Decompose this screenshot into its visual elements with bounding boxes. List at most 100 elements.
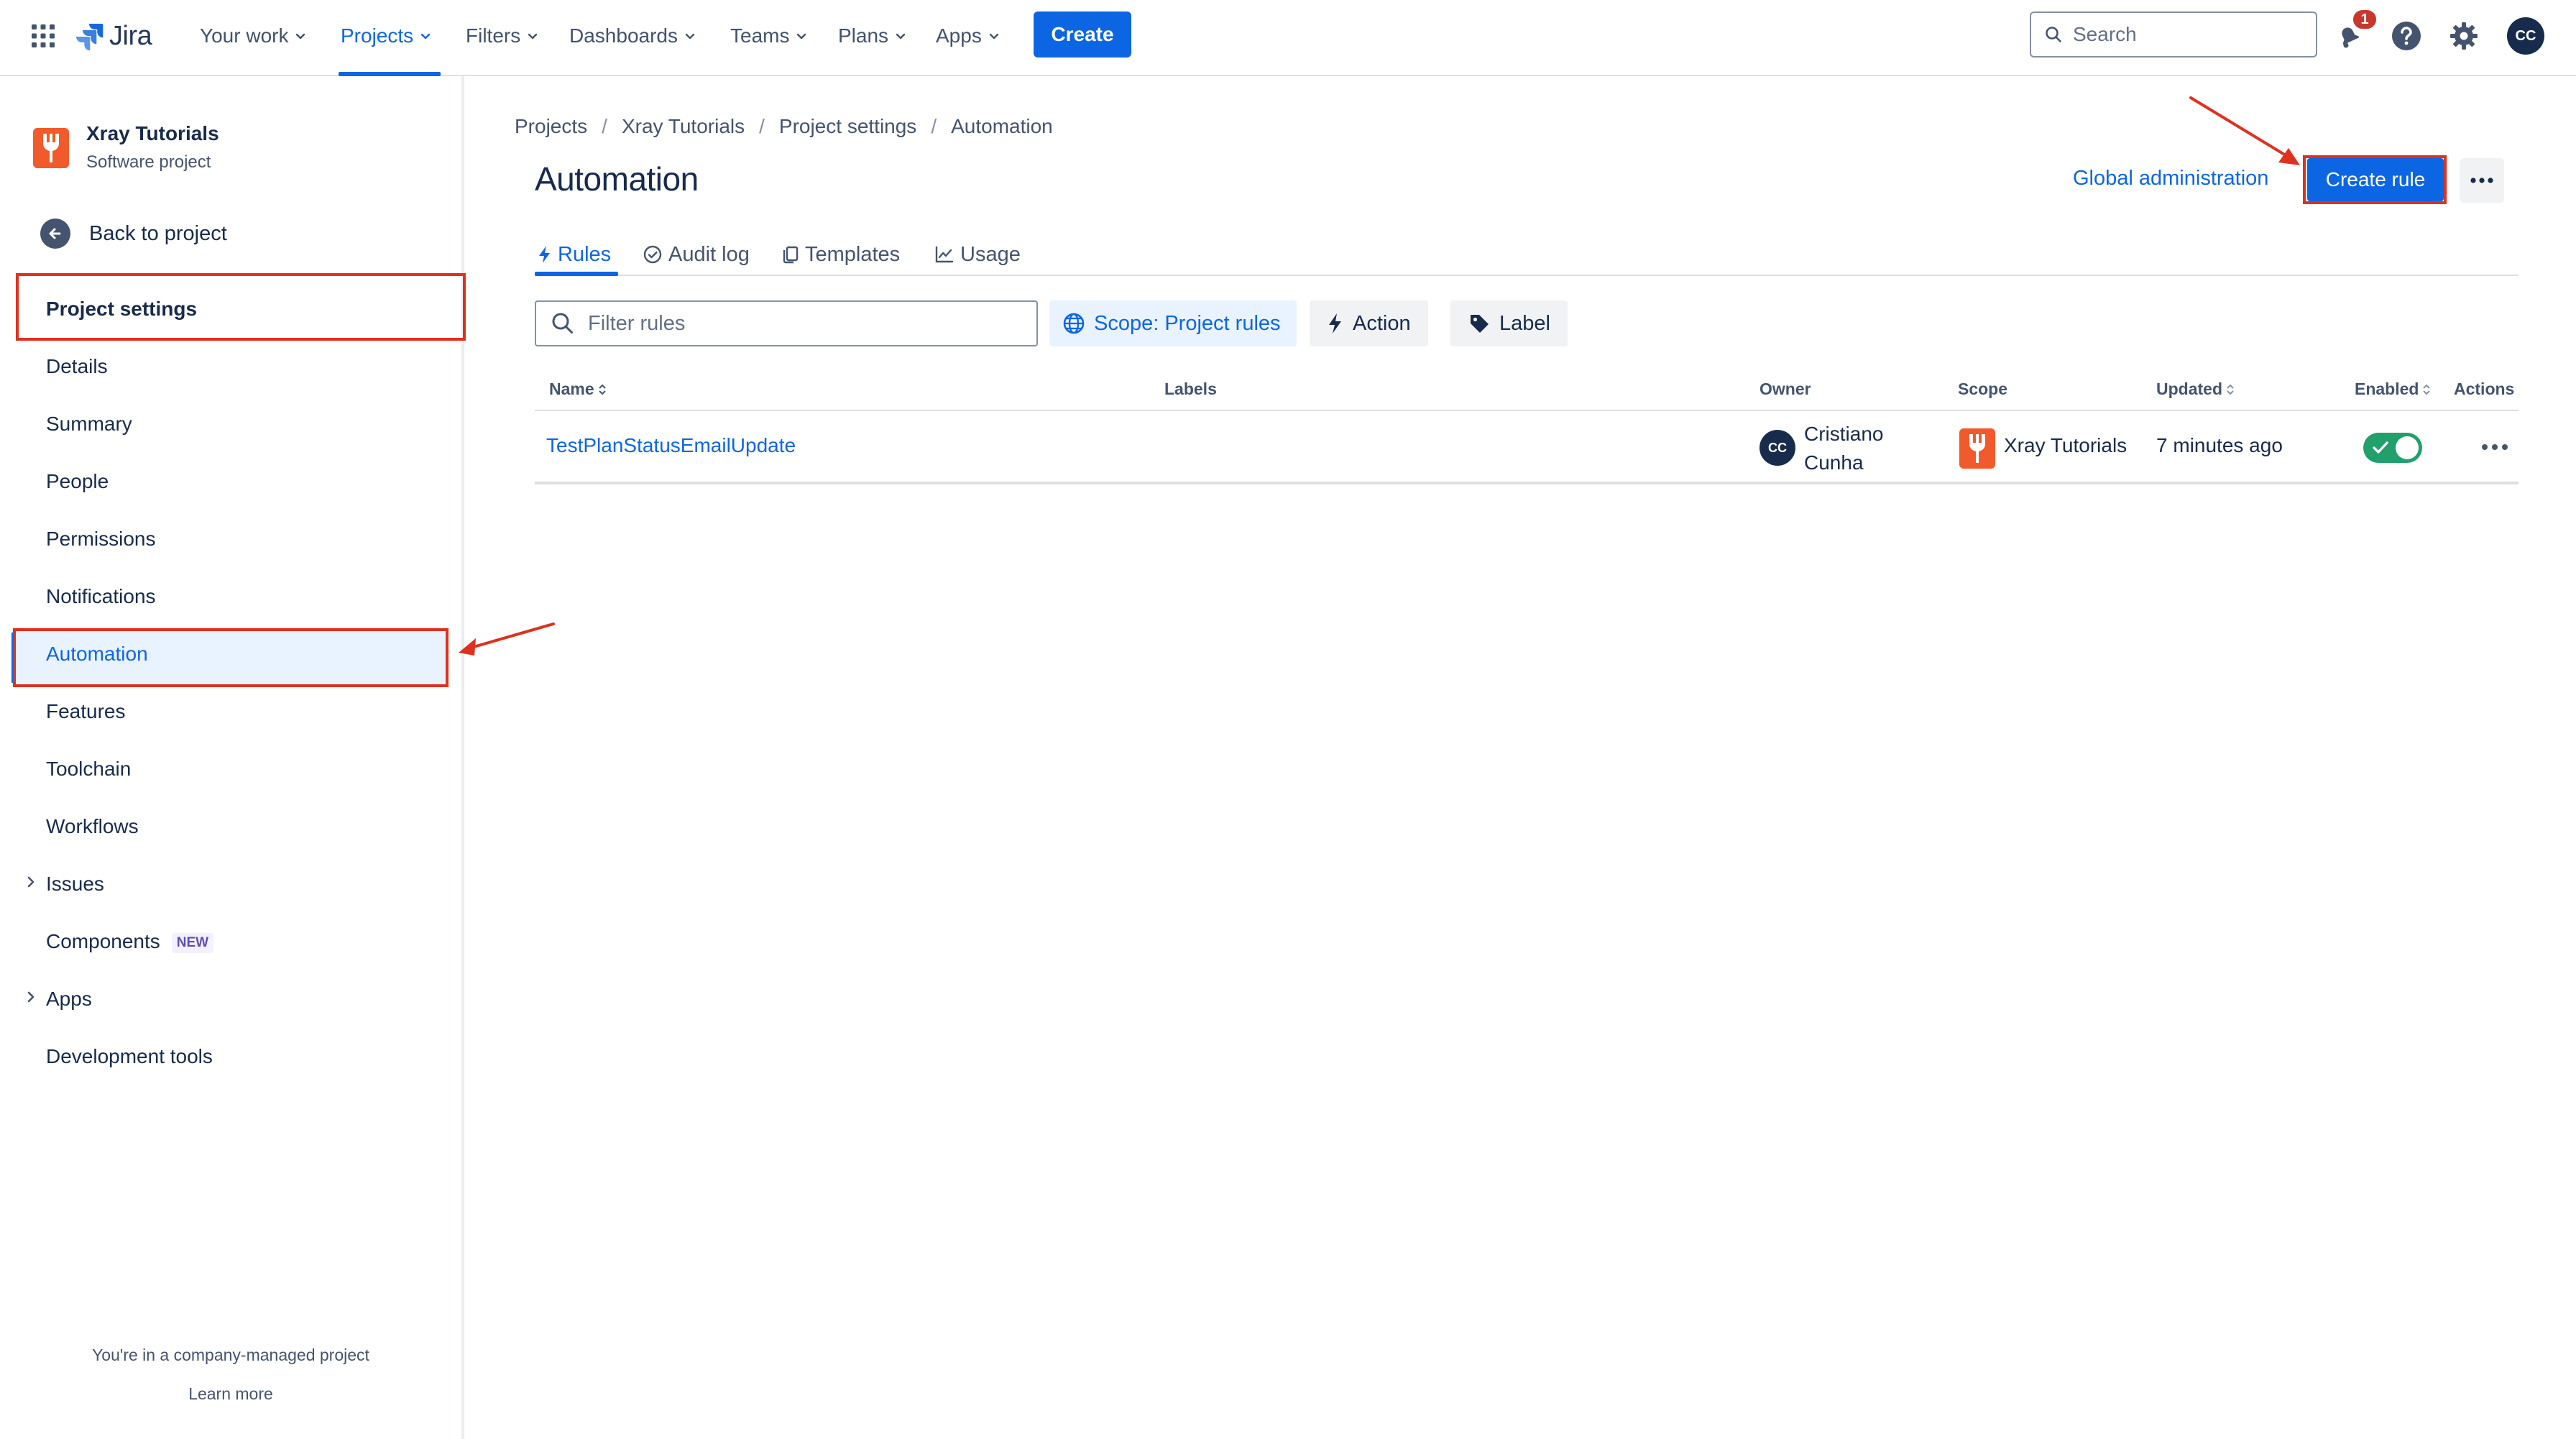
rule-updated: 7 minutes ago [2156,434,2283,456]
search-icon [552,313,573,334]
nav-plans[interactable]: Plans [838,20,907,52]
sidebar-item-toolchain[interactable]: Toolchain [46,758,131,781]
sidebar-item-components-label: Components [46,930,160,952]
bolt-icon [539,246,550,263]
jira-logo-icon [76,24,104,51]
owner-last-name: Cunha [1804,451,1864,474]
chevron-right-icon[interactable] [23,874,39,890]
check-icon [2373,441,2388,454]
breadcrumb-separator: / [931,115,937,137]
nav-filters[interactable]: Filters [466,20,539,52]
sidebar-item-features[interactable]: Features [46,700,126,723]
toggle-knob [2396,436,2419,459]
nav-apps[interactable]: Apps [936,20,1000,52]
nav-teams[interactable]: Teams [730,20,808,52]
chevron-down-icon [420,33,431,40]
nav-dashboards[interactable]: Dashboards [569,20,696,52]
nav-your-work[interactable]: Your work [200,20,307,52]
more-horizontal-icon [2470,178,2493,183]
tabs-divider [535,275,2518,276]
rule-actions-button[interactable] [2477,434,2513,460]
project-name[interactable]: Xray Tutorials [86,122,219,145]
rule-name-link[interactable]: TestPlanStatusEmailUpdate [546,434,796,457]
chevron-right-icon[interactable] [23,989,39,1005]
label-filter-button[interactable]: Label [1450,300,1568,346]
owner-first-name: Cristiano [1804,423,1884,445]
sidebar-item-apps[interactable]: Apps [46,988,92,1011]
tab-rules[interactable]: Rules [538,240,611,269]
sidebar-item-components[interactable]: Components NEW [46,930,214,953]
filter-rules-input[interactable]: Filter rules [535,300,1038,346]
arrow-left-icon [40,219,70,249]
column-header-owner: Owner [1760,380,1811,398]
breadcrumb-projects[interactable]: Projects [515,115,587,138]
sort-icon [2227,384,2234,395]
tab-audit-log-label: Audit log [668,242,750,266]
sidebar-item-workflows[interactable]: Workflows [46,815,139,838]
sort-icon [598,384,606,395]
tab-audit-log[interactable]: Audit log [643,240,750,269]
owner-avatar: CC [1760,430,1795,466]
back-to-project-link[interactable]: Back to project [40,219,227,249]
column-header-labels: Labels [1164,380,1217,398]
action-filter-button[interactable]: Action [1310,300,1428,346]
sidebar-item-details[interactable]: Details [46,355,108,378]
company-managed-notice: You're in a company-managed project [92,1346,369,1364]
project-logo-icon [1958,428,1997,469]
sidebar-item-notifications[interactable]: Notifications [46,585,156,608]
chart-icon [935,246,954,263]
jira-logo[interactable]: Jira [75,19,161,53]
breadcrumb-separator: / [759,115,765,137]
owner-name: Cristiano Cunha [1804,420,1919,477]
scope-filter-button[interactable]: Scope: Project rules [1049,300,1297,346]
nav-apps-label: Apps [936,24,982,47]
page-title: Automation [535,160,699,198]
sidebar-item-development-tools[interactable]: Development tools [46,1045,213,1068]
rule-enabled-toggle[interactable] [2363,433,2422,463]
more-options-button[interactable] [2460,158,2504,203]
breadcrumb: Projects / Xray Tutorials / Project sett… [515,115,1053,138]
user-avatar[interactable]: CC [2507,17,2544,55]
nav-teams-label: Teams [730,24,790,47]
annotation-arrow-create-rule [2189,96,2300,165]
nav-your-work-label: Your work [200,24,289,47]
sidebar-item-permissions[interactable]: Permissions [46,528,155,551]
tab-active-indicator [535,272,618,276]
chevron-down-icon [296,33,305,40]
breadcrumb-separator: / [602,115,607,137]
breadcrumb-project-settings[interactable]: Project settings [779,115,916,138]
tab-usage-label: Usage [960,242,1021,266]
project-sidebar: Xray Tutorials Software project Back to … [0,76,466,1439]
nav-dashboards-label: Dashboards [569,24,678,47]
globe-icon [1063,313,1085,334]
app-switcher-icon[interactable] [29,22,58,50]
column-header-updated[interactable]: Updated [2156,380,2235,399]
chevron-down-icon [528,33,538,40]
back-to-project-label: Back to project [89,221,227,245]
column-header-name[interactable]: Name [549,380,607,399]
sidebar-item-issues[interactable]: Issues [46,873,104,896]
nav-projects[interactable]: Projects [341,20,432,52]
chevron-down-icon [797,33,806,40]
more-horizontal-icon [2482,444,2508,450]
sidebar-item-people[interactable]: People [46,470,109,493]
column-header-updated-label: Updated [2156,380,2222,398]
breadcrumb-xray-tutorials[interactable]: Xray Tutorials [622,115,745,138]
column-header-enabled[interactable]: Enabled [2355,380,2432,399]
tab-usage[interactable]: Usage [934,240,1021,269]
action-filter-label: Action [1353,311,1411,335]
label-filter-label: Label [1499,311,1550,335]
annotation-box-create-rule [2303,155,2447,204]
tab-templates[interactable]: Templates [782,240,900,269]
help-icon[interactable] [2389,19,2424,53]
chevron-down-icon [896,33,906,40]
sidebar-item-summary[interactable]: Summary [46,413,132,436]
create-button[interactable]: Create [1034,12,1131,58]
settings-gear-icon[interactable] [2447,19,2481,53]
breadcrumb-automation[interactable]: Automation [951,115,1053,138]
column-header-name-label: Name [549,380,594,398]
search-input[interactable]: Search [2030,12,2317,58]
jira-logo-text: Jira [109,20,152,51]
tab-templates-label: Templates [805,242,901,266]
learn-more-link[interactable]: Learn more [0,1384,461,1404]
